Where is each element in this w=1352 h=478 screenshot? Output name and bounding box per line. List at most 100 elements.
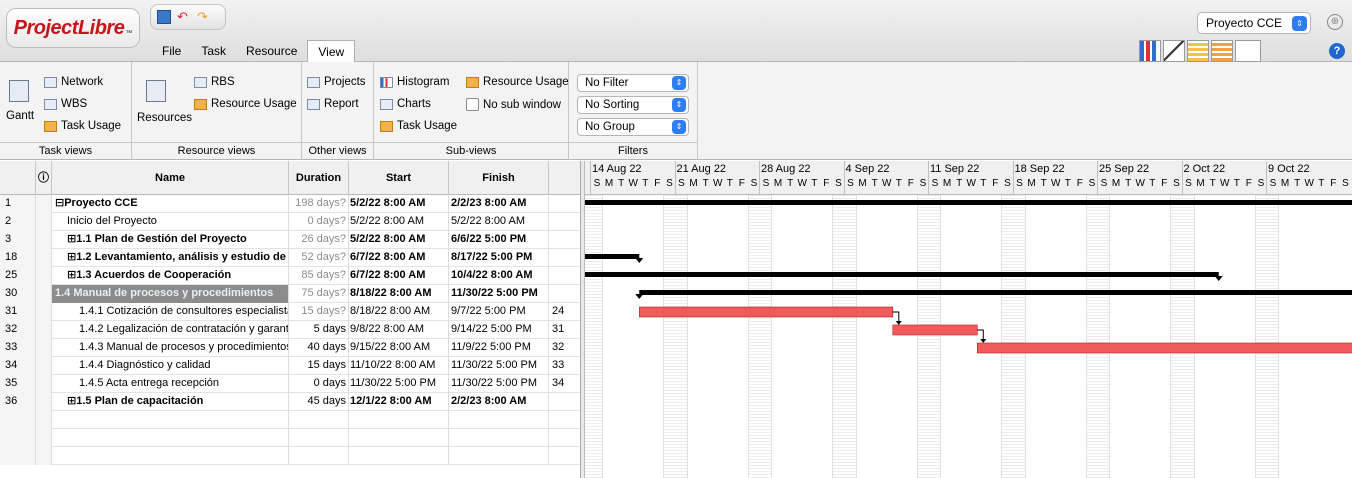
task-predecessor[interactable]	[549, 195, 580, 213]
gantt-button[interactable]: Gantt	[6, 110, 34, 122]
row-indicator[interactable]	[36, 339, 52, 357]
row-id[interactable]: 2	[0, 213, 36, 231]
task-predecessor[interactable]: 31	[549, 321, 580, 339]
task-name[interactable]: Inicio del Proyecto	[52, 213, 289, 231]
row-indicator[interactable]	[36, 285, 52, 303]
header-finish[interactable]: Finish	[449, 161, 549, 195]
task-finish[interactable]: 9/7/22 5:00 PM	[449, 303, 549, 321]
resources-button[interactable]: Resources	[137, 112, 192, 124]
task-predecessor[interactable]	[549, 411, 580, 429]
sub-task-usage-button[interactable]: Task Usage	[380, 120, 457, 132]
report-button[interactable]: Report	[307, 98, 359, 110]
task-duration[interactable]	[289, 429, 349, 447]
task-name[interactable]	[52, 429, 289, 447]
row-indicator[interactable]	[36, 249, 52, 267]
task-finish[interactable]: 2/2/23 8:00 AM	[449, 195, 549, 213]
task-finish[interactable]: 11/30/22 5:00 PM	[449, 357, 549, 375]
task-finish[interactable]: 11/9/22 5:00 PM	[449, 339, 549, 357]
task-start[interactable]: 11/10/22 8:00 AM	[349, 357, 449, 375]
task-duration[interactable]: 0 days	[289, 375, 349, 393]
task-predecessor[interactable]	[549, 231, 580, 249]
no-sub-window-checkbox[interactable]	[466, 98, 479, 111]
task-name[interactable]	[52, 411, 289, 429]
task-start[interactable]: 9/15/22 8:00 AM	[349, 339, 449, 357]
task-duration[interactable]	[289, 447, 349, 465]
summary-bar[interactable]	[585, 272, 1219, 277]
projects-button[interactable]: Projects	[307, 76, 366, 88]
task-duration[interactable]: 85 days?	[289, 267, 349, 285]
table-row[interactable]: 31 1.4.1 Cotización de consultores especi…	[0, 303, 580, 321]
resource-usage-view-icon[interactable]	[1211, 40, 1233, 62]
row-indicator[interactable]	[36, 213, 52, 231]
sorting-select[interactable]: No Sorting ⇕	[577, 96, 689, 114]
menu-view[interactable]: View	[307, 40, 356, 63]
row-indicator[interactable]	[36, 429, 52, 447]
row-indicator[interactable]	[36, 231, 52, 249]
task-name[interactable]: 1.4.1 Cotización de consultores especial…	[52, 303, 289, 321]
task-usage-button[interactable]: Task Usage	[44, 120, 121, 132]
table-row[interactable]: 33 1.4.3 Manual de procesos y procedimien…	[0, 339, 580, 357]
task-predecessor[interactable]	[549, 213, 580, 231]
task-predecessor[interactable]: 24	[549, 303, 580, 321]
table-row[interactable]: 3 ⊞1.1 Plan de Gestión del Proyecto 26 day…	[0, 231, 580, 249]
task-duration[interactable]: 75 days?	[289, 285, 349, 303]
task-start[interactable]: 5/2/22 8:00 AM	[349, 195, 449, 213]
menu-resource[interactable]: Resource	[236, 40, 307, 62]
task-finish[interactable]	[449, 411, 549, 429]
project-selector[interactable]: Proyecto CCE ⇕	[1197, 12, 1311, 34]
task-start[interactable]: 5/2/22 8:00 AM	[349, 231, 449, 249]
histogram-view-icon[interactable]	[1139, 40, 1161, 62]
summary-bar[interactable]	[585, 254, 640, 259]
task-start[interactable]	[349, 429, 449, 447]
task-finish[interactable]: 6/6/22 5:00 PM	[449, 231, 549, 249]
task-duration[interactable]: 198 days?	[289, 195, 349, 213]
task-finish[interactable]: 2/2/23 8:00 AM	[449, 393, 549, 411]
task-predecessor[interactable]: 33	[549, 357, 580, 375]
task-name[interactable]: 1.4 Manual de procesos y procedimientos	[52, 285, 289, 303]
task-predecessor[interactable]	[549, 267, 580, 285]
task-start[interactable]: 12/1/22 8:00 AM	[349, 393, 449, 411]
task-predecessor[interactable]	[549, 249, 580, 267]
resource-usage-button[interactable]: Resource Usage	[194, 98, 297, 110]
task-name[interactable]: ⊞1.1 Plan de Gestión del Proyecto	[52, 231, 289, 249]
row-indicator[interactable]	[36, 195, 52, 213]
task-name[interactable]: ⊞1.3 Acuerdos de Cooperación	[52, 267, 289, 285]
group-select[interactable]: No Group ⇕	[577, 118, 689, 136]
task-finish[interactable]: 5/2/22 8:00 AM	[449, 213, 549, 231]
task-start[interactable]	[349, 447, 449, 465]
table-row[interactable]: 1 ⊟Proyecto CCE 198 days? 5/2/22 8:00 AM 2/2…	[0, 195, 580, 213]
table-row[interactable]: 2 Inicio del Proyecto 0 days? 5/2/22 8:00 A…	[0, 213, 580, 231]
task-duration[interactable]: 15 days?	[289, 303, 349, 321]
task-duration[interactable]: 5 days	[289, 321, 349, 339]
row-id[interactable]	[0, 429, 36, 447]
charts-view-icon[interactable]	[1163, 40, 1185, 62]
undo-icon[interactable]: ↶	[177, 10, 191, 24]
header-name[interactable]: Name	[52, 161, 289, 195]
help-icon[interactable]: ?	[1329, 43, 1345, 59]
row-indicator[interactable]	[36, 393, 52, 411]
task-start[interactable]: 8/18/22 8:00 AM	[349, 285, 449, 303]
row-id[interactable]: 18	[0, 249, 36, 267]
task-name[interactable]: 1.4.4 Diagnóstico y calidad	[52, 357, 289, 375]
table-row[interactable]: 36 ⊞1.5 Plan de capacitación 45 days 12/1/2…	[0, 393, 580, 411]
network-button[interactable]: Network	[44, 76, 103, 88]
wbs-button[interactable]: WBS	[44, 98, 87, 110]
task-name[interactable]	[52, 447, 289, 465]
table-row[interactable]	[0, 411, 580, 429]
task-bar[interactable]	[976, 342, 1352, 354]
row-id[interactable]: 3	[0, 231, 36, 249]
save-icon[interactable]	[157, 10, 171, 24]
task-finish[interactable]: 10/4/22 8:00 AM	[449, 267, 549, 285]
task-duration[interactable]: 52 days?	[289, 249, 349, 267]
row-id[interactable]: 31	[0, 303, 36, 321]
task-duration[interactable]: 40 days	[289, 339, 349, 357]
filter-select[interactable]: No Filter ⇕	[577, 74, 689, 92]
table-row[interactable]	[0, 447, 580, 465]
row-indicator[interactable]	[36, 321, 52, 339]
task-finish[interactable]: 11/30/22 5:00 PM	[449, 375, 549, 393]
table-row[interactable]: 32 1.4.2 Legalización de contratación y g…	[0, 321, 580, 339]
task-start[interactable]: 5/2/22 8:00 AM	[349, 213, 449, 231]
task-usage-view-icon[interactable]	[1187, 40, 1209, 62]
task-bar[interactable]	[638, 306, 894, 318]
task-duration[interactable]: 45 days	[289, 393, 349, 411]
